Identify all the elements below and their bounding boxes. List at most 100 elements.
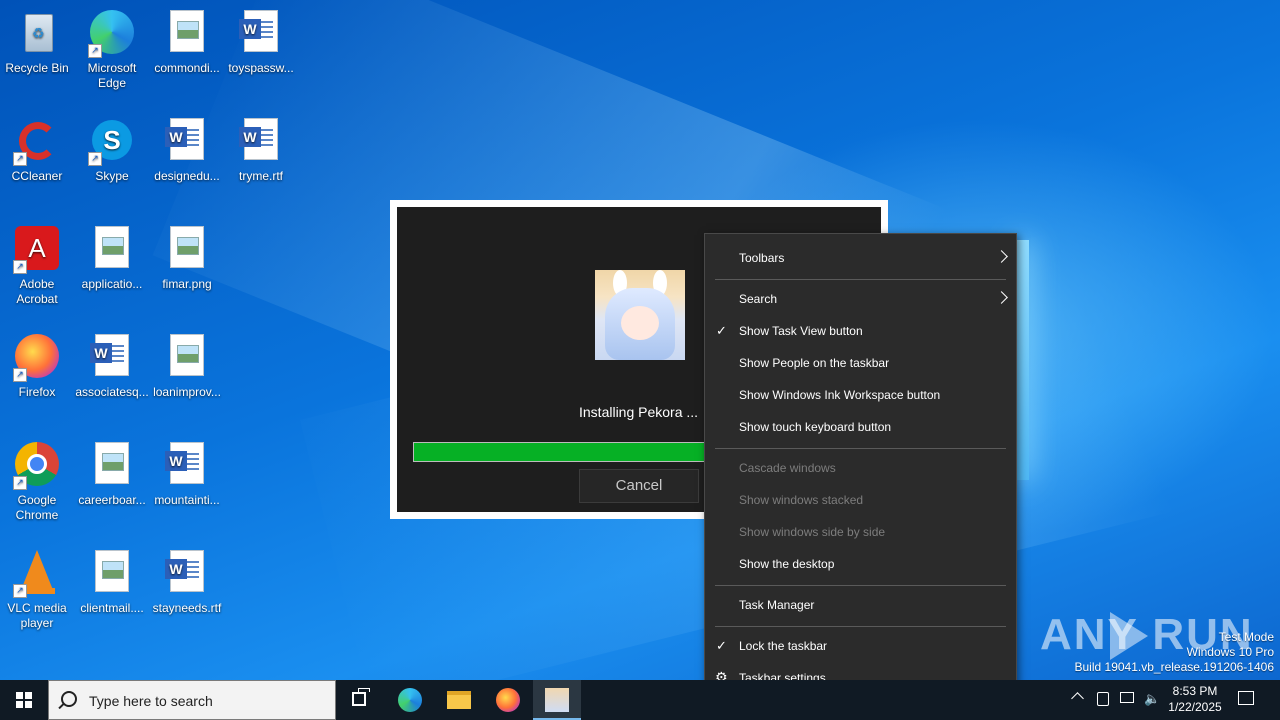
menu-item-label: Show windows stacked	[739, 493, 864, 507]
desktop-icon-stayneeds-file[interactable]: stayneeds.rtf	[150, 544, 224, 616]
image-file-icon	[88, 442, 136, 490]
tray-network-button[interactable]	[1118, 680, 1136, 720]
wallpaper-windows-logo	[1015, 240, 1029, 480]
install-progress-fill	[414, 443, 712, 461]
taskbar-task-view-button[interactable]	[336, 680, 384, 720]
menu-item-label: Show Windows Ink Workspace button	[739, 388, 941, 402]
defender-icon	[1097, 692, 1109, 706]
desktop-icon-google-chrome[interactable]: ↗ Google Chrome	[0, 436, 74, 523]
desktop-icon-adobe-acrobat[interactable]: A ↗ Adobe Acrobat	[0, 220, 74, 307]
checkmark-icon: ✓	[716, 323, 727, 338]
clock-date: 1/22/2025	[1168, 700, 1222, 714]
windows-edition-label: Windows 10 Pro	[1186, 645, 1274, 659]
skype-icon: S ↗	[88, 118, 136, 166]
menu-item-show-desktop[interactable]: Show the desktop	[705, 548, 1016, 580]
desktop-icon-label: Recycle Bin	[5, 61, 69, 75]
checkmark-icon: ✓	[716, 638, 727, 653]
menu-item-label: Toolbars	[739, 251, 785, 265]
installing-status-text: Installing Pekora ...	[579, 404, 699, 420]
adobe-acrobat-icon: A ↗	[13, 226, 61, 274]
menu-item-show-people[interactable]: Show People on the taskbar	[705, 347, 1016, 379]
desktop-icon-label: tryme.rtf	[239, 169, 283, 183]
desktop-icon-label: commondi...	[154, 61, 220, 75]
edge-icon	[398, 688, 422, 712]
desktop-icon-ccleaner[interactable]: ↗ CCleaner	[0, 112, 74, 184]
word-document-icon	[88, 334, 136, 382]
desktop-icon-label: Google Chrome	[15, 493, 59, 522]
taskbar-file-explorer-button[interactable]	[435, 680, 483, 720]
desktop-icon-loanimprov-file[interactable]: loanimprov...	[150, 328, 224, 400]
desktop-icon-recycle-bin[interactable]: ♻ Recycle Bin	[0, 4, 74, 76]
menu-item-label: Task Manager	[739, 598, 815, 612]
ccleaner-icon: ↗	[13, 118, 61, 166]
test-mode-label: Test Mode	[1218, 630, 1274, 644]
start-button[interactable]	[0, 680, 48, 720]
desktop-icon-label: designedu...	[154, 169, 220, 183]
desktop-icon-commondi-file[interactable]: commondi...	[150, 4, 224, 76]
desktop-icon-label: VLC media player	[7, 601, 67, 630]
desktop-icon-application-file[interactable]: applicatio...	[75, 220, 149, 292]
desktop-icon-clientmail-file[interactable]: clientmail....	[75, 544, 149, 616]
menu-item-label: Cascade windows	[739, 461, 836, 475]
desktop-icon-designedu-file[interactable]: designedu...	[150, 112, 224, 184]
desktop-icon-mountainti-file[interactable]: mountainti...	[150, 436, 224, 508]
desktop-icon-skype[interactable]: S ↗ Skype	[75, 112, 149, 184]
volume-icon: 🔈	[1144, 691, 1161, 706]
menu-item-label: Show the desktop	[739, 557, 835, 571]
search-placeholder: Type here to search	[89, 693, 213, 709]
image-file-icon	[163, 226, 211, 274]
build-label: Build 19041.vb_release.191206-1406	[1074, 660, 1275, 674]
chevron-right-icon	[995, 250, 1008, 263]
vlc-icon: ↗	[13, 550, 61, 598]
image-file-icon	[88, 550, 136, 598]
menu-item-label: Show windows side by side	[739, 525, 886, 539]
file-explorer-icon	[447, 691, 471, 709]
desktop-icon-associates-file[interactable]: associatesq...	[75, 328, 149, 400]
desktop-icon-label: stayneeds.rtf	[152, 601, 222, 615]
menu-item-search[interactable]: Search	[705, 283, 1016, 315]
desktop-icon-careerboard-file[interactable]: careerboar...	[75, 436, 149, 508]
taskbar-edge-button[interactable]	[386, 680, 434, 720]
test-mode-info: Test Mode Windows 10 Pro Build 19041.vb_…	[1075, 630, 1275, 675]
desktop-icon-firefox[interactable]: ↗ Firefox	[0, 328, 74, 400]
taskbar: Type here to search 🔈 8:53 PM 1/22/2025	[0, 680, 1280, 720]
menu-item-label: Search	[739, 292, 778, 306]
show-hidden-icons-button[interactable]	[1070, 680, 1086, 720]
firefox-icon: ↗	[13, 334, 61, 382]
desktop-icon-toyspassw-file[interactable]: toyspassw...	[224, 4, 298, 76]
menu-item-toolbars[interactable]: Toolbars	[705, 242, 1016, 274]
tray-security-button[interactable]	[1094, 680, 1112, 720]
taskbar-firefox-button[interactable]	[484, 680, 532, 720]
taskbar-search-box[interactable]: Type here to search	[48, 680, 336, 720]
cancel-button[interactable]: Cancel	[579, 469, 699, 503]
firefox-icon	[496, 688, 520, 712]
desktop-icon-label: mountainti...	[154, 493, 220, 507]
menu-item-label: Show People on the taskbar	[739, 356, 890, 370]
taskbar-pekora-installer-button[interactable]	[533, 680, 581, 720]
desktop-icon-label: CCleaner	[11, 169, 63, 183]
recycle-bin-icon: ♻	[13, 10, 61, 58]
word-document-icon	[237, 118, 285, 166]
notification-center-icon[interactable]	[1238, 691, 1254, 705]
menu-item-show-touch-keyboard[interactable]: Show touch keyboard button	[705, 411, 1016, 443]
desktop-icon-vlc[interactable]: ↗ VLC media player	[0, 544, 74, 631]
pekora-installer-icon	[545, 688, 569, 712]
image-file-icon	[88, 226, 136, 274]
desktop-icon-fimar-file[interactable]: fimar.png	[150, 220, 224, 292]
menu-item-show-task-view-button[interactable]: ✓ Show Task View button	[705, 315, 1016, 347]
word-document-icon	[163, 118, 211, 166]
taskbar-clock[interactable]: 8:53 PM 1/22/2025	[1160, 683, 1230, 715]
menu-item-task-manager[interactable]: Task Manager	[705, 589, 1016, 621]
chevron-up-icon	[1071, 692, 1084, 705]
menu-item-lock-taskbar[interactable]: ✓ Lock the taskbar	[705, 630, 1016, 662]
word-document-icon	[237, 10, 285, 58]
taskbar-context-menu: Toolbars Search ✓ Show Task View button …	[704, 233, 1017, 703]
desktop-icon-label: clientmail....	[80, 601, 144, 615]
tray-volume-button[interactable]: 🔈	[1142, 680, 1160, 720]
desktop-icon-tryme-file[interactable]: tryme.rtf	[224, 112, 298, 184]
image-file-icon	[163, 334, 211, 382]
menu-item-label: Show touch keyboard button	[739, 420, 892, 434]
menu-item-show-ink-workspace[interactable]: Show Windows Ink Workspace button	[705, 379, 1016, 411]
desktop-icon-microsoft-edge[interactable]: ↗ Microsoft Edge	[75, 4, 149, 91]
menu-item-label: Show Task View button	[739, 324, 863, 338]
